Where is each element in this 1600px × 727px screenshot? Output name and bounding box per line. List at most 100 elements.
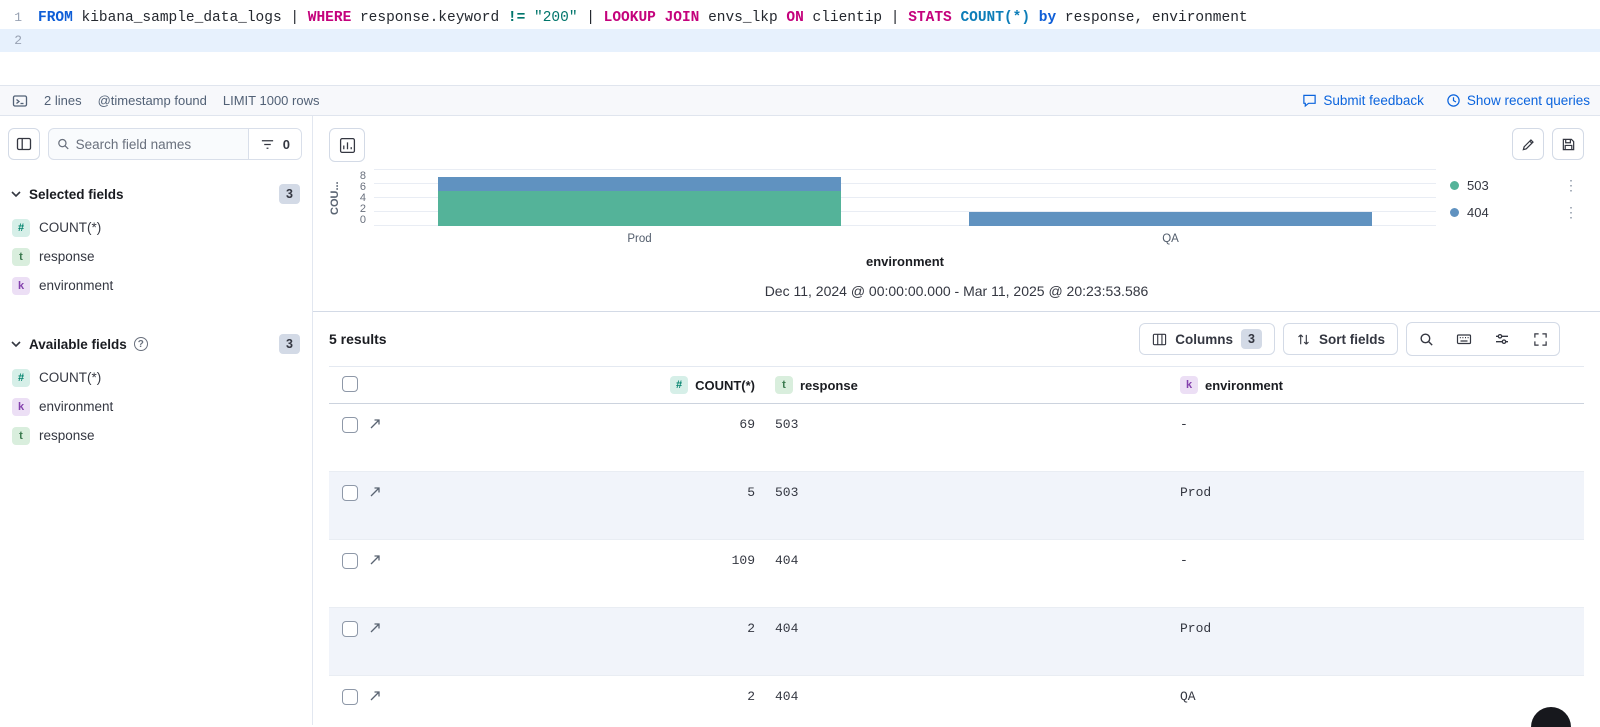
bar-segment-503[interactable] bbox=[437, 191, 842, 226]
cell-environment: - bbox=[1180, 553, 1188, 568]
available-fields-header[interactable]: Available fields ? 3 bbox=[8, 334, 302, 354]
results-section: 5 results Columns 3 Sort fields # COUNT(… bbox=[313, 311, 1600, 727]
available-fields-count-badge: 3 bbox=[279, 334, 300, 354]
time-range-label: Dec 11, 2024 @ 00:00:00.000 - Mar 11, 20… bbox=[764, 283, 1149, 299]
dots-vertical-icon[interactable]: ⋮ bbox=[1564, 204, 1584, 221]
x-category-label: QA bbox=[1162, 233, 1179, 245]
display-options-icon bbox=[1496, 333, 1508, 345]
editor-empty-area[interactable] bbox=[0, 52, 1600, 85]
bar-segment-404[interactable] bbox=[968, 212, 1373, 226]
fullscreen-button[interactable] bbox=[1521, 323, 1559, 355]
columns-count-badge: 3 bbox=[1240, 329, 1262, 349]
sort-arrows-icon bbox=[1298, 333, 1309, 345]
fields-sidebar: 0 Selected fields 3 # COUNT(*) t respons… bbox=[0, 116, 313, 725]
row-checkbox[interactable] bbox=[342, 417, 358, 433]
column-header-label: response bbox=[800, 377, 858, 393]
field-item[interactable]: t response bbox=[8, 242, 302, 271]
display-options-button[interactable] bbox=[1483, 323, 1521, 355]
cell-environment: QA bbox=[1180, 689, 1196, 704]
query-token: LOOKUP JOIN bbox=[603, 9, 700, 26]
field-type-icon: # bbox=[12, 218, 30, 237]
query-token: envs_lkp bbox=[699, 9, 787, 26]
expand-row-icon[interactable] bbox=[369, 690, 381, 702]
table-row: 2 404 Prod bbox=[329, 608, 1584, 676]
cell-environment: - bbox=[1180, 417, 1188, 432]
columns-button[interactable]: Columns 3 bbox=[1139, 323, 1275, 355]
fullscreen-icon bbox=[1533, 332, 1547, 346]
field-name: response bbox=[39, 428, 95, 443]
editor-line-2[interactable]: 2 bbox=[0, 29, 1600, 52]
legend-item[interactable]: 503 ⋮ bbox=[1450, 177, 1584, 194]
field-type-icon: # bbox=[670, 376, 689, 394]
legend-color-dot bbox=[1450, 208, 1459, 217]
lines-count: 2 lines bbox=[44, 93, 82, 108]
row-checkbox[interactable] bbox=[342, 621, 358, 637]
query-token: STATS bbox=[908, 9, 952, 26]
editor-line-1[interactable]: 1 FROM kibana_sample_data_logs | WHERE r… bbox=[0, 6, 1600, 29]
esql-query-editor[interactable]: 1 FROM kibana_sample_data_logs | WHERE r… bbox=[0, 0, 1600, 85]
legend-label: 404 bbox=[1467, 205, 1489, 220]
sort-fields-button[interactable]: Sort fields bbox=[1282, 323, 1398, 355]
legend-item[interactable]: 404 ⋮ bbox=[1450, 204, 1584, 221]
bar-group[interactable] bbox=[374, 170, 905, 226]
field-search-group: 0 bbox=[48, 128, 302, 160]
show-recent-queries-link[interactable]: Show recent queries bbox=[1446, 93, 1590, 108]
collapse-sidebar-icon bbox=[16, 137, 32, 151]
edit-visualization-button[interactable] bbox=[1512, 128, 1544, 160]
field-type-icon: k bbox=[12, 397, 30, 416]
query-token: != bbox=[507, 9, 526, 26]
submit-feedback-link[interactable]: Submit feedback bbox=[1302, 93, 1424, 108]
select-all-checkbox[interactable] bbox=[342, 375, 358, 392]
field-type-icon: t bbox=[12, 426, 30, 445]
field-type-icon: t bbox=[12, 247, 30, 266]
grid-search-button[interactable] bbox=[1407, 323, 1445, 355]
bar-segment-404[interactable] bbox=[437, 177, 842, 191]
table-row: 109 404 - bbox=[329, 540, 1584, 608]
cell-response: 503 bbox=[775, 417, 799, 432]
expand-row-icon[interactable] bbox=[369, 486, 381, 498]
keyboard-shortcuts-button[interactable] bbox=[1445, 323, 1483, 355]
field-item[interactable]: t response bbox=[8, 421, 302, 450]
field-filters-button[interactable]: 0 bbox=[247, 129, 301, 159]
dots-vertical-icon[interactable]: ⋮ bbox=[1564, 177, 1584, 194]
cell-count: 109 bbox=[731, 553, 755, 568]
row-checkbox[interactable] bbox=[342, 485, 358, 501]
expand-row-icon[interactable] bbox=[369, 418, 381, 430]
filter-count-badge: 0 bbox=[282, 136, 290, 152]
editor-statusbar: 2 lines @timestamp found LIMIT 1000 rows… bbox=[0, 85, 1600, 116]
selected-fields-header[interactable]: Selected fields 3 bbox=[8, 184, 302, 204]
field-item[interactable]: # COUNT(*) bbox=[8, 363, 302, 392]
cell-count: 69 bbox=[739, 417, 755, 432]
search-icon bbox=[1419, 332, 1433, 346]
x-axis-categories: Prod QA bbox=[374, 233, 1436, 245]
column-header[interactable]: t response bbox=[765, 376, 1170, 394]
column-header[interactable]: # COUNT(*) bbox=[393, 376, 765, 394]
help-icon[interactable]: ? bbox=[133, 337, 148, 351]
field-item[interactable]: # COUNT(*) bbox=[8, 213, 302, 242]
field-name: response bbox=[39, 249, 95, 264]
table-row: 2 404 QA bbox=[329, 676, 1584, 727]
field-item[interactable]: k environment bbox=[8, 271, 302, 300]
chart-type-button[interactable] bbox=[329, 128, 365, 162]
field-item[interactable]: k environment bbox=[8, 392, 302, 421]
query-code[interactable]: FROM kibana_sample_data_logs | WHERE res… bbox=[38, 10, 1248, 26]
collapse-sidebar-button[interactable] bbox=[8, 128, 40, 160]
field-name: COUNT(*) bbox=[39, 220, 102, 235]
column-header[interactable]: k environment bbox=[1170, 376, 1584, 394]
expand-row-icon[interactable] bbox=[369, 622, 381, 634]
cell-response: 404 bbox=[775, 553, 799, 568]
column-header-label: COUNT(*) bbox=[695, 377, 755, 393]
field-type-icon: t bbox=[775, 376, 793, 394]
selected-fields-list: # COUNT(*) t response k environment bbox=[8, 213, 302, 300]
editor-icon[interactable] bbox=[12, 93, 28, 109]
search-field-names-input[interactable] bbox=[75, 136, 240, 152]
query-token: response, environment bbox=[1056, 9, 1248, 26]
expand-row-icon[interactable] bbox=[369, 554, 381, 566]
save-visualization-button[interactable] bbox=[1552, 128, 1584, 160]
query-token bbox=[1030, 10, 1039, 26]
cell-response: 404 bbox=[775, 621, 799, 636]
bar-group[interactable] bbox=[905, 170, 1436, 226]
row-checkbox[interactable] bbox=[342, 553, 358, 569]
query-token: | bbox=[577, 9, 604, 26]
row-checkbox[interactable] bbox=[342, 689, 358, 705]
